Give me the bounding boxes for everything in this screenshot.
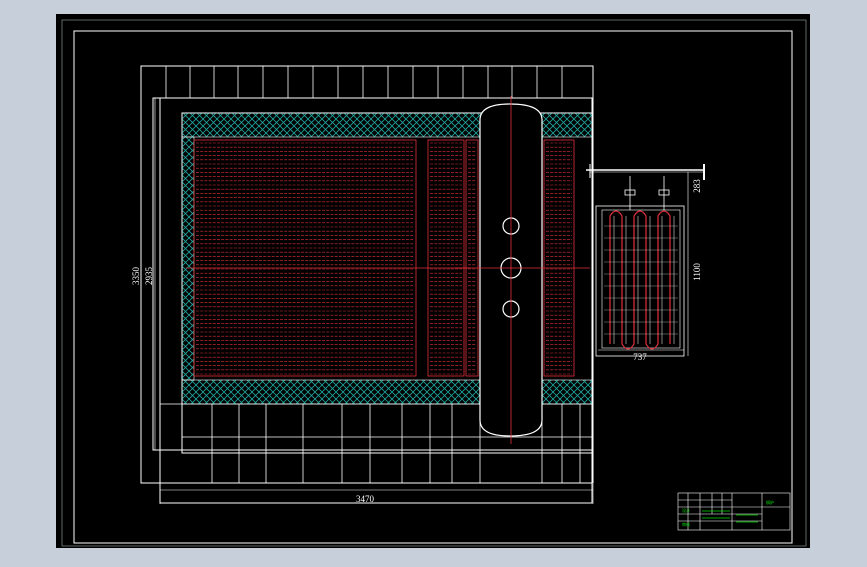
title-label-3: 审核 [682, 521, 690, 527]
title-label-2: 设计 [682, 507, 690, 513]
insulation-left [181, 136, 195, 381]
dim-overall-width: 3470 [356, 494, 375, 504]
boiler-drawing[interactable]: 3470 3350 2935 1100 737 283 锅炉 设计 审核 [0, 0, 867, 562]
dim-economizer-height: 1100 [692, 263, 702, 281]
cad-viewport[interactable]: 3470 3350 2935 1100 737 283 锅炉 设计 审核 [0, 0, 867, 562]
title-label-1: 锅炉 [766, 499, 774, 505]
dim-outer-height: 3350 [131, 267, 141, 286]
dim-inner-height: 2935 [144, 267, 154, 286]
dim-economizer-offset: 283 [692, 179, 702, 193]
dim-economizer-width: 737 [633, 352, 647, 362]
